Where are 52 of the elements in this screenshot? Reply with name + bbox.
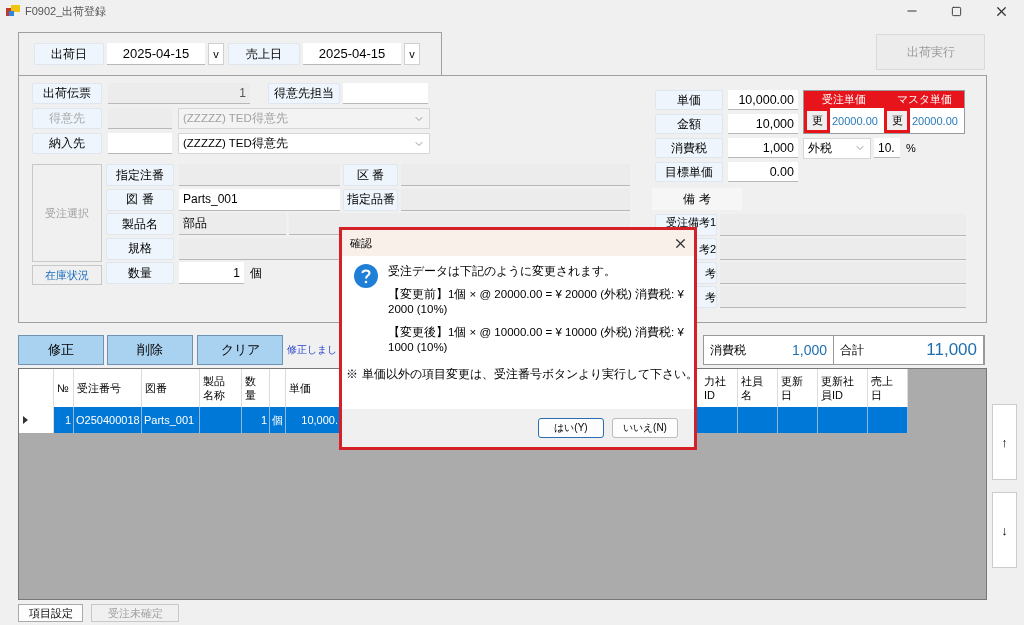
column-header: マスタ単価 <box>884 91 964 109</box>
field-label: 出荷伝票 <box>32 83 102 104</box>
column-header: 更新日 <box>781 373 804 403</box>
total-label: 消費税 <box>710 342 746 358</box>
percent-label: % <box>906 142 916 154</box>
field-label: 消費税 <box>655 138 723 158</box>
status-message: 修正しまし <box>287 343 337 357</box>
field-label: 指定品番 <box>343 188 398 211</box>
window-title: F0902_出荷登録 <box>25 3 107 19</box>
column-header: 受注番号 <box>77 380 121 396</box>
field-label: 得意先担当 <box>268 83 340 104</box>
total-value: 11,000 <box>926 340 977 360</box>
field-label: 数量 <box>106 262 174 284</box>
column-header: 売上日 <box>871 373 894 403</box>
price-value: 20000.00 <box>911 113 958 129</box>
field-label: 目標単価 <box>655 162 723 182</box>
field-label: 単価 <box>655 90 723 110</box>
column-header: 図番 <box>145 380 167 396</box>
field-label: 製品名 <box>106 213 174 235</box>
field-label: 区 番 <box>343 164 398 186</box>
table-cell: 1 <box>54 407 74 433</box>
unit-label: 個 <box>250 264 262 282</box>
table-cell: O250400018 <box>74 407 142 433</box>
price-value: 20000.00 <box>831 113 878 129</box>
column-header: № <box>57 380 69 396</box>
dialog-text: 【変更後】1個 × @ 10000.00 = ¥ 10000 (外税) 消費税: ¥ 1000 (10%) <box>388 324 685 355</box>
total-value: 1,000 <box>791 342 827 358</box>
field-label: 指定注番 <box>106 164 174 186</box>
field-label: 図 番 <box>106 188 174 211</box>
remarks-title: 備 考 <box>652 188 742 210</box>
field-label: 納入先 <box>32 133 102 154</box>
dialog-note: ※ 単価以外の項目変更は、受注番号ボタンより実行して下さい。 <box>346 366 698 382</box>
dialog-title: 確認 <box>350 235 372 251</box>
column-header: 力社ID <box>704 373 727 403</box>
field-label: 得意先 <box>32 108 102 129</box>
table-cell: 個 <box>270 407 286 433</box>
dialog-message: 受注データは下記のように変更されます。 <box>388 264 617 279</box>
table-cell: Parts_001 <box>142 407 200 433</box>
field-label: 出荷日 <box>34 43 104 65</box>
slip-number-field: 1 <box>108 83 250 104</box>
field-label: 売上日 <box>228 43 300 65</box>
column-header: 数量 <box>245 373 257 403</box>
column-header: 単価 <box>289 380 311 396</box>
column-header: 受注単価 <box>804 91 884 109</box>
column-header: 製品名称 <box>203 373 226 403</box>
total-label: 合計 <box>840 342 864 358</box>
field-label: 規格 <box>106 237 174 260</box>
field-label: 金額 <box>655 114 723 134</box>
table-cell: 1 <box>242 407 270 433</box>
column-header: 社員名 <box>741 373 764 403</box>
status-field: 受注未確定 <box>91 604 179 622</box>
column-header: 更新社員ID <box>821 373 855 403</box>
